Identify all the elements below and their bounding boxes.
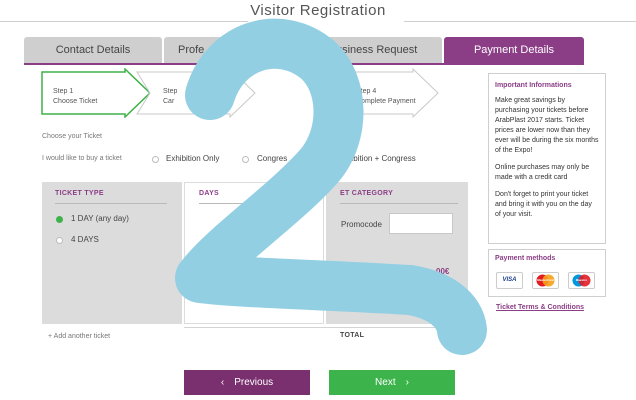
- number-two-overlay: [175, 18, 487, 355]
